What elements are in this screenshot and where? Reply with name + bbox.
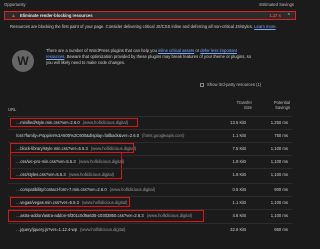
row-transfer-size: 1.1 KiB <box>232 199 246 205</box>
row-transfer-size: 32.6 KiB <box>230 226 246 232</box>
row-url: …jquery/jquery.js?ver=1.12.4-wp <box>16 226 78 232</box>
row-transfer-size: 4.6 KiB <box>232 212 246 218</box>
description-text: Resources are blocking the first paint o… <box>10 24 234 29</box>
column-transfer-size: Transfer Size <box>236 100 252 110</box>
opportunity-heading: Opportunity <box>4 2 26 7</box>
row-savings: 1,100 ms <box>270 145 288 151</box>
row-host: (www.hollidicious.digital) <box>78 158 125 164</box>
table-header: URL Transfer Size Potential Savings <box>8 98 292 114</box>
table-row[interactable]: …astra-addon/astra-addon-5f301c0d9a635-1… <box>8 209 292 222</box>
row-transfer-size: 7.5 KiB <box>232 145 246 151</box>
highlight-box <box>8 210 204 222</box>
wordpress-tip-text: There are a number of WordPress plugins … <box>46 48 252 65</box>
row-savings: 960 ms <box>274 226 288 232</box>
row-savings: 900 ms <box>274 186 288 192</box>
audit-description: Resources are blocking the first paint o… <box>10 24 277 29</box>
table-row[interactable]: …css/styles.css?ver=5.5.3 (www.hollidicio… <box>8 168 292 179</box>
row-transfer-size: 1.8 KiB <box>232 171 246 177</box>
row-savings: 750 ms <box>274 132 288 138</box>
inline-critical-assets-link[interactable]: inline critical assets <box>158 48 194 53</box>
row-url: …compatibility/contact-form-7.min.css?ve… <box>16 186 107 192</box>
table-row[interactable]: …vegas/vegas.min.css?ver=5.5.3 (www.holli… <box>8 196 292 207</box>
wordpress-logo-icon: W <box>12 50 34 72</box>
audit-title: Eliminate render-blocking resources <box>19 13 93 18</box>
table-row[interactable]: …minified/style.min.css?ver=2.6.0 (www.ho… <box>8 116 292 127</box>
table-row[interactable]: /css?family=Poppins%3A500%2C600&display=… <box>8 129 292 140</box>
row-transfer-size: 0.5 KiB <box>232 186 246 192</box>
column-potential-savings: Potential Savings <box>273 100 290 110</box>
row-savings: 1,100 ms <box>270 199 288 205</box>
warning-triangle-icon: ▲ <box>11 12 16 19</box>
row-transfer-size: 1.8 KiB <box>232 158 246 164</box>
wordpress-tip: W There are a number of WordPress plugin… <box>10 44 290 74</box>
audit-eliminate-render-blocking[interactable]: ▲ Eliminate render-blocking resources 1.… <box>4 11 296 20</box>
row-transfer-size: 1.1 KiB <box>232 132 246 138</box>
description-text-end: JS/styles. <box>235 24 254 29</box>
third-party-toggle[interactable]: Show 3rd-party resources (1) <box>200 82 261 87</box>
table-row[interactable]: …jquery/jquery.js?ver=1.12.4-wp (www.holl… <box>8 223 292 234</box>
row-url: …css/wc-pro-min.css?ver=5.5.3 <box>16 158 76 164</box>
row-url: …css/styles.css?ver=5.5.3 <box>16 171 66 177</box>
defer-less-important-link[interactable]: defer less important <box>200 48 237 53</box>
row-savings: 1,100 ms <box>270 158 288 164</box>
highlight-box <box>10 118 138 127</box>
row-host: (www.hollidicious.digital) <box>109 186 156 192</box>
row-transfer-size: 13.5 KiB <box>230 119 246 125</box>
estimated-savings-heading: Estimated Savings <box>259 2 294 7</box>
row-url: /css?family=Poppins%3A500%2C600&display=… <box>16 132 140 138</box>
column-url: URL <box>8 107 17 112</box>
learn-more-link[interactable]: Learn more <box>254 24 275 29</box>
row-savings: 1,250 ms <box>270 119 288 125</box>
chevron-up-icon[interactable]: ⌃ <box>287 13 291 19</box>
row-savings: 1,100 ms <box>270 171 288 177</box>
row-host: (www.hollidicious.digital) <box>68 171 115 177</box>
resources-link[interactable]: resources <box>46 54 64 59</box>
table-row[interactable]: …compatibility/contact-form-7.min.css?ve… <box>8 183 292 194</box>
highlight-box <box>10 197 130 207</box>
third-party-label: Show 3rd-party resources (1) <box>207 82 262 87</box>
table-row[interactable]: …css/wc-pro-min.css?ver=5.5.3 (www.hollid… <box>8 155 292 166</box>
row-host: (www.hollidicious.digital) <box>80 226 126 232</box>
row-host: (fonts.googleapis.com) <box>142 132 185 138</box>
row-savings: 1,100 ms <box>270 212 288 218</box>
audit-savings: 1.17 s <box>269 13 281 18</box>
panel-header: Opportunity Estimated Savings <box>4 2 296 10</box>
third-party-checkbox[interactable] <box>200 82 204 87</box>
